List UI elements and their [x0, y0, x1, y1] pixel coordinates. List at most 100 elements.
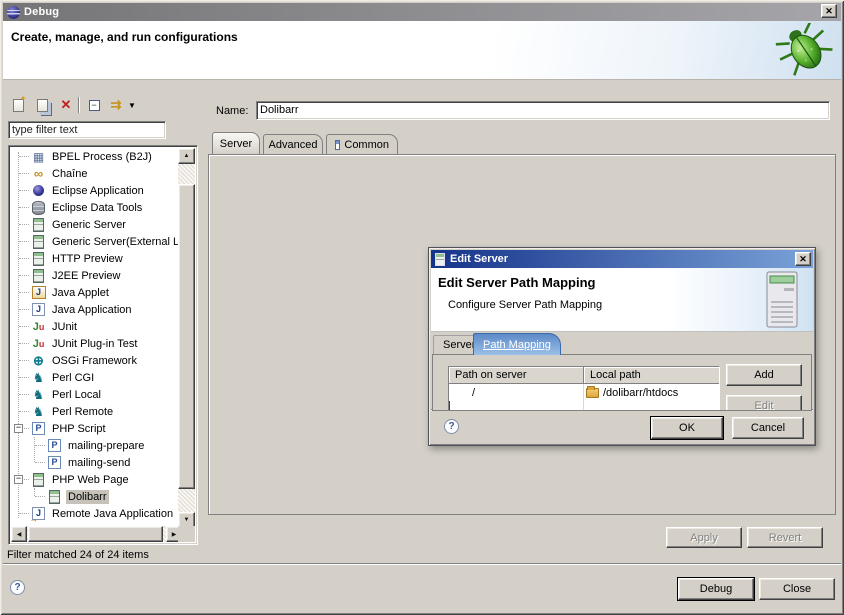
dialog-tab-path-mapping[interactable]: Path Mapping [473, 333, 561, 355]
filter-button[interactable]: ⇉ [106, 96, 126, 114]
close-button[interactable]: Close [759, 578, 835, 600]
tree-item-dolibarr[interactable]: Dolibarr [11, 488, 180, 505]
tree-item-php-web-page[interactable]: PHP Web Page [11, 471, 180, 488]
column-separator [583, 384, 584, 411]
dialog-subheading: Configure Server Path Mapping [448, 299, 602, 311]
perl-camel-icon [31, 388, 46, 402]
name-label: Name: [216, 105, 248, 117]
revert-button[interactable]: Revert [747, 527, 823, 548]
tree-item-remote-java-application[interactable]: Remote Java Application [11, 505, 180, 522]
toolbar-menu-button[interactable]: ▼ [126, 96, 138, 114]
tree-item-chaine[interactable]: Chaîne [11, 165, 180, 182]
bug-icon [775, 23, 835, 77]
delete-icon [61, 97, 72, 113]
dialog-banner: Create, manage, and run configurations [3, 21, 841, 80]
cell-server-path: / [449, 384, 584, 401]
tree-item-eclipse-data-tools[interactable]: Eclipse Data Tools [11, 199, 180, 216]
tree-item-generic-server-external[interactable]: Generic Server(External La [11, 233, 180, 250]
tree-items: BPEL Process (B2J) Chaîne Eclipse Applic… [11, 148, 180, 526]
footer-separator [3, 563, 841, 565]
tree-item-j2ee-preview[interactable]: J2EE Preview [11, 267, 180, 284]
tree-horizontal-scrollbar[interactable]: ◀ ▶ [11, 526, 182, 542]
dialog-footer: ? OK Cancel [431, 409, 813, 443]
remote-java-icon [31, 507, 46, 521]
banner-title: Create, manage, and run configurations [11, 30, 238, 44]
dialog-close-button[interactable] [795, 252, 811, 266]
tree-item-generic-server[interactable]: Generic Server [11, 216, 180, 233]
tree-item-perl-remote[interactable]: Perl Remote [11, 403, 180, 420]
filter-status-text: Filter matched 24 of 24 items [7, 549, 149, 561]
horizontal-scroll-thumb[interactable] [28, 526, 163, 542]
perl-camel-icon [31, 371, 46, 385]
server-icon [47, 490, 62, 504]
server-icon [31, 235, 46, 249]
tree-item-perl-cgi[interactable]: Perl CGI [11, 369, 180, 386]
window-close-button[interactable] [821, 4, 837, 18]
window-titlebar[interactable]: Debug [3, 3, 841, 21]
server-icon [31, 473, 46, 487]
tree-item-eclipse-application[interactable]: Eclipse Application [11, 182, 180, 199]
chain-icon [31, 167, 46, 181]
table-row[interactable]: / /dolibarr/htdocs [449, 384, 719, 401]
tree-item-mailing-send[interactable]: mailing-send [11, 454, 180, 471]
new-configuration-icon [13, 99, 24, 112]
tree-item-php-script[interactable]: PHP Script [11, 420, 180, 437]
tree-item-mailing-prepare[interactable]: mailing-prepare [11, 437, 180, 454]
cancel-button[interactable]: Cancel [732, 417, 804, 439]
collapse-expander-icon[interactable] [14, 424, 23, 433]
collapse-all-button[interactable]: − [84, 96, 104, 114]
add-mapping-button[interactable]: Add [726, 364, 802, 386]
dialog-help-icon[interactable]: ? [444, 419, 459, 434]
scrollbar-corner [178, 526, 195, 542]
tree-item-bpel-process[interactable]: BPEL Process (B2J) [11, 148, 180, 165]
edit-mapping-button[interactable]: Edit [726, 395, 802, 411]
filter-input[interactable]: type filter text [8, 121, 166, 139]
debug-configurations-window: Debug Create, manage, and run configurat… [0, 0, 844, 615]
column-header-local-path[interactable]: Local path [584, 367, 719, 384]
tab-server[interactable]: Server [212, 132, 260, 154]
scroll-up-button[interactable]: ▲ [178, 148, 195, 164]
eclipse-logo-icon [7, 6, 20, 19]
junit-plugin-icon [31, 337, 46, 351]
table-header-row: Path on server Local path [449, 367, 719, 384]
debug-button[interactable]: Debug [678, 578, 754, 600]
tree-item-perl-local[interactable]: Perl Local [11, 386, 180, 403]
filter-icon: ⇉ [111, 97, 122, 113]
new-configuration-button[interactable] [8, 96, 28, 114]
server-icon [31, 218, 46, 232]
server-tower-icon [765, 271, 799, 328]
vertical-scroll-thumb[interactable] [178, 184, 195, 489]
configurations-tree: BPEL Process (B2J) Chaîne Eclipse Applic… [8, 145, 198, 545]
tree-item-java-applet[interactable]: Java Applet [11, 284, 180, 301]
tree-item-http-preview[interactable]: HTTP Preview [11, 250, 180, 267]
tab-common[interactable]: Common [326, 134, 398, 154]
duplicate-icon [37, 99, 48, 112]
osgi-icon [31, 354, 46, 368]
php-icon [47, 456, 62, 470]
duplicate-configuration-button[interactable] [32, 96, 52, 114]
help-icon[interactable]: ? [10, 580, 25, 595]
collapse-expander-icon[interactable] [14, 475, 23, 484]
server-icon [31, 252, 46, 266]
name-input[interactable]: Dolibarr [256, 101, 830, 120]
php-icon [31, 422, 46, 436]
tree-vertical-scrollbar[interactable]: ▲ ▼ [178, 148, 195, 528]
scroll-left-button[interactable]: ◀ [11, 526, 27, 542]
server-icon [31, 269, 46, 283]
eclipse-sphere-icon [31, 184, 46, 198]
path-mapping-panel: Path on server Local path / /dolibarr/ht… [432, 354, 812, 411]
java-applet-icon [31, 286, 46, 300]
tree-item-osgi-framework[interactable]: OSGi Framework [11, 352, 180, 369]
ok-button[interactable]: OK [651, 417, 723, 439]
tree-item-junit-plugin-test[interactable]: JUnit Plug-in Test [11, 335, 180, 352]
path-mapping-table[interactable]: Path on server Local path / /dolibarr/ht… [448, 366, 720, 411]
tree-item-java-application[interactable]: Java Application [11, 301, 180, 318]
delete-configuration-button[interactable] [56, 96, 76, 114]
column-header-path-on-server[interactable]: Path on server [449, 367, 584, 384]
dialog-heading: Edit Server Path Mapping [438, 275, 595, 290]
tab-advanced[interactable]: Advanced [263, 134, 323, 154]
tree-item-junit[interactable]: JUnit [11, 318, 180, 335]
apply-button[interactable]: Apply [666, 527, 742, 548]
edit-server-titlebar[interactable]: Edit Server [431, 250, 813, 268]
database-icon [31, 201, 46, 215]
